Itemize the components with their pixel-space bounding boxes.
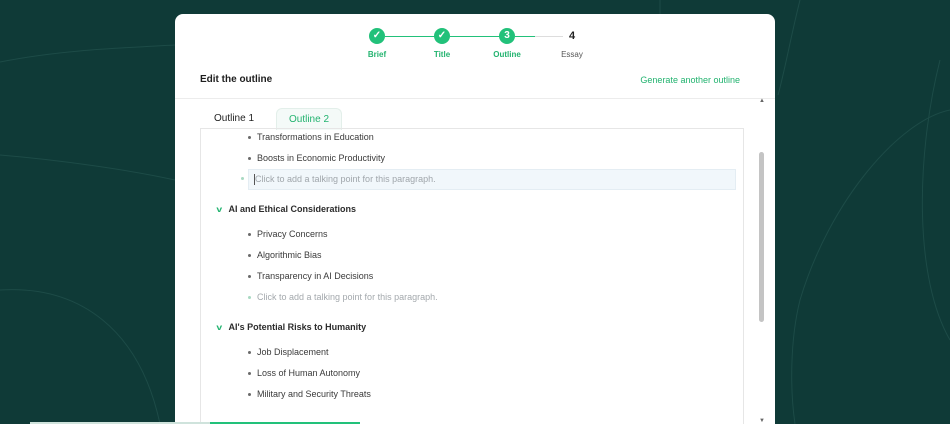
chevron-down-icon[interactable]: v xyxy=(216,205,222,214)
check-icon: ✓ xyxy=(369,28,385,44)
tab-outline-1[interactable]: Outline 1 xyxy=(202,108,266,129)
step-brief[interactable]: ✓ Brief xyxy=(347,28,407,59)
section-header[interactable]: v AI and Ethical Considerations xyxy=(216,204,356,214)
check-icon: ✓ xyxy=(434,28,450,44)
chevron-down-icon[interactable]: v xyxy=(216,323,222,332)
talking-point-input[interactable]: Click to add a talking point for this pa… xyxy=(241,169,736,190)
outline-modal: ✓ Brief ✓ Title 3 Outline 4 Essay Edit t… xyxy=(175,14,775,424)
bullet-icon xyxy=(241,177,244,180)
divider xyxy=(175,98,775,99)
step-label: Essay xyxy=(561,50,583,59)
list-item[interactable]: Algorithmic Bias xyxy=(248,250,322,260)
list-item[interactable]: Transparency in AI Decisions xyxy=(248,271,373,281)
step-outline[interactable]: 3 Outline xyxy=(477,28,537,59)
progress-stepper: ✓ Brief ✓ Title 3 Outline 4 Essay xyxy=(175,14,775,74)
step-label: Brief xyxy=(367,50,387,59)
bullet-icon xyxy=(248,275,251,279)
list-item[interactable]: Boosts in Economic Productivity xyxy=(248,153,385,163)
list-item[interactable]: Transformations in Education xyxy=(248,132,374,142)
scroll-down-arrow-icon[interactable]: ▼ xyxy=(759,418,765,424)
section-header[interactable]: v AI's Potential Risks to Humanity xyxy=(216,322,366,332)
add-talking-point[interactable]: Click to add a talking point for this pa… xyxy=(248,292,438,302)
outline-editor: Transformations in Education Boosts in E… xyxy=(200,128,744,424)
tab-outline-2[interactable]: Outline 2 xyxy=(276,108,343,130)
step-title[interactable]: ✓ Title xyxy=(412,28,472,59)
scroll-up-arrow-icon[interactable]: ▲ xyxy=(759,98,765,104)
generate-another-outline-link[interactable]: Generate another outline xyxy=(640,75,740,85)
bullet-icon xyxy=(248,254,251,258)
bullet-icon xyxy=(248,136,251,140)
outline-scroll-area: Outline 1 Outline 2 Transformations in E… xyxy=(200,102,760,424)
bullet-icon xyxy=(248,351,251,355)
scrollbar-thumb[interactable] xyxy=(759,152,764,322)
bullet-icon xyxy=(248,233,251,237)
list-item[interactable]: Job Displacement xyxy=(248,347,329,357)
vertical-scrollbar[interactable]: ▲ ▼ xyxy=(759,98,765,424)
header-row: Edit the outline Generate another outlin… xyxy=(200,74,740,94)
bullet-icon xyxy=(248,296,251,300)
list-item[interactable]: Privacy Concerns xyxy=(248,229,328,239)
page-title: Edit the outline xyxy=(200,74,273,85)
step-number: 4 xyxy=(564,28,580,44)
step-label: Title xyxy=(433,50,451,59)
list-item[interactable]: Military and Security Threats xyxy=(248,389,371,399)
bullet-icon xyxy=(248,157,251,161)
outline-tabs: Outline 1 Outline 2 xyxy=(200,108,745,130)
step-essay[interactable]: 4 Essay xyxy=(542,28,602,59)
step-number: 3 xyxy=(499,28,515,44)
step-label: Outline xyxy=(493,50,521,59)
list-item[interactable]: Loss of Human Autonomy xyxy=(248,368,360,378)
bullet-icon xyxy=(248,393,251,397)
bullet-icon xyxy=(248,372,251,376)
